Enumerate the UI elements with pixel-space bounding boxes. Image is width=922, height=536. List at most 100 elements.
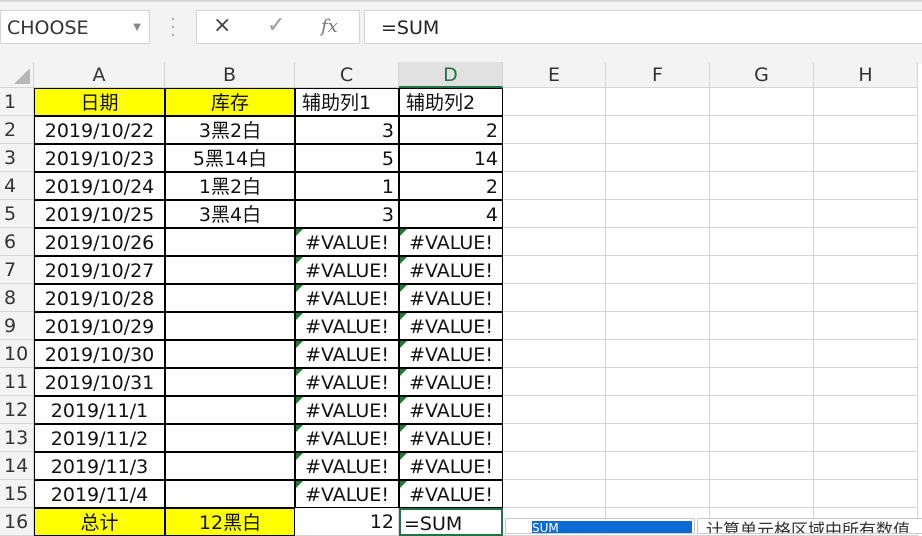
cell-e12[interactable] [503, 396, 606, 424]
grip-icon[interactable]: · · · [170, 11, 176, 45]
cell-g13[interactable] [710, 424, 814, 452]
cell-d9[interactable]: #VALUE! [399, 312, 503, 340]
cell-f3[interactable] [606, 144, 710, 172]
row-header-8[interactable]: 8 [0, 284, 34, 312]
cell-g15[interactable] [710, 480, 814, 508]
cell-c16[interactable]: 12 [295, 508, 399, 536]
function-icon[interactable]: fx [321, 16, 338, 37]
cell-f5[interactable] [606, 200, 710, 228]
column-header-g[interactable]: G [710, 62, 814, 88]
autocomplete-list[interactable]: SUM [505, 518, 695, 535]
cell-d7[interactable]: #VALUE! [399, 256, 503, 284]
cell-a6[interactable]: 2019/10/26 [34, 228, 165, 256]
cell-a10[interactable]: 2019/10/30 [34, 340, 165, 368]
cell-g11[interactable] [710, 368, 814, 396]
row-header-15[interactable]: 15 [0, 480, 34, 508]
cell-b2[interactable]: 3黑2白 [165, 116, 295, 144]
cell-f15[interactable] [606, 480, 710, 508]
cell-g8[interactable] [710, 284, 814, 312]
cell-c9[interactable]: #VALUE! [295, 312, 399, 340]
row-header-1[interactable]: 1 [0, 88, 34, 116]
cell-e13[interactable] [503, 424, 606, 452]
row-header-11[interactable]: 11 [0, 368, 34, 396]
cell-h7[interactable] [814, 256, 918, 284]
chevron-down-icon[interactable]: ▼ [133, 11, 141, 45]
cell-g6[interactable] [710, 228, 814, 256]
cell-h15[interactable] [814, 480, 918, 508]
cell-d1[interactable]: 辅助列2 [399, 88, 503, 116]
cell-e4[interactable] [503, 172, 606, 200]
cell-c11[interactable]: #VALUE! [295, 368, 399, 396]
cell-g10[interactable] [710, 340, 814, 368]
cell-h1[interactable] [814, 88, 918, 116]
cell-a9[interactable]: 2019/10/29 [34, 312, 165, 340]
cell-c14[interactable]: #VALUE! [295, 452, 399, 480]
cell-h12[interactable] [814, 396, 918, 424]
column-header-h[interactable]: H [814, 62, 918, 88]
cell-d6[interactable]: #VALUE! [399, 228, 503, 256]
cell-c5[interactable]: 3 [295, 200, 399, 228]
row-header-10[interactable]: 10 [0, 340, 34, 368]
cell-b1[interactable]: 库存 [165, 88, 295, 116]
cell-g7[interactable] [710, 256, 814, 284]
cell-f8[interactable] [606, 284, 710, 312]
cell-h8[interactable] [814, 284, 918, 312]
cell-f11[interactable] [606, 368, 710, 396]
cell-g1[interactable] [710, 88, 814, 116]
cell-e15[interactable] [503, 480, 606, 508]
cell-d5[interactable]: 4 [399, 200, 503, 228]
cell-d4[interactable]: 2 [399, 172, 503, 200]
cell-b10[interactable] [165, 340, 295, 368]
cell-g4[interactable] [710, 172, 814, 200]
cell-b11[interactable] [165, 368, 295, 396]
cell-f1[interactable] [606, 88, 710, 116]
row-header-13[interactable]: 13 [0, 424, 34, 452]
cell-g5[interactable] [710, 200, 814, 228]
cell-b6[interactable] [165, 228, 295, 256]
cell-e11[interactable] [503, 368, 606, 396]
cell-e1[interactable] [503, 88, 606, 116]
cell-b8[interactable] [165, 284, 295, 312]
cell-d14[interactable]: #VALUE! [399, 452, 503, 480]
row-header-3[interactable]: 3 [0, 144, 34, 172]
cell-c8[interactable]: #VALUE! [295, 284, 399, 312]
column-header-f[interactable]: F [606, 62, 710, 88]
cell-e14[interactable] [503, 452, 606, 480]
cell-e8[interactable] [503, 284, 606, 312]
cell-d16[interactable]: =SUM [399, 508, 503, 536]
cell-c1[interactable]: 辅助列1 [295, 88, 399, 116]
autocomplete-item-sum[interactable]: SUM [532, 521, 692, 535]
cell-e9[interactable] [503, 312, 606, 340]
cell-h6[interactable] [814, 228, 918, 256]
cell-f6[interactable] [606, 228, 710, 256]
cell-c12[interactable]: #VALUE! [295, 396, 399, 424]
row-header-4[interactable]: 4 [0, 172, 34, 200]
row-header-16[interactable]: 16 [0, 508, 34, 536]
cell-b16[interactable]: 12黑白 [165, 508, 295, 536]
cell-b15[interactable] [165, 480, 295, 508]
cell-f2[interactable] [606, 116, 710, 144]
cell-c6[interactable]: #VALUE! [295, 228, 399, 256]
cell-f9[interactable] [606, 312, 710, 340]
cell-b4[interactable]: 1黑2白 [165, 172, 295, 200]
cell-e2[interactable] [503, 116, 606, 144]
cell-h4[interactable] [814, 172, 918, 200]
cell-b7[interactable] [165, 256, 295, 284]
cell-h11[interactable] [814, 368, 918, 396]
cell-c3[interactable]: 5 [295, 144, 399, 172]
column-header-e[interactable]: E [503, 62, 606, 88]
cell-d3[interactable]: 14 [399, 144, 503, 172]
cell-e10[interactable] [503, 340, 606, 368]
cell-f4[interactable] [606, 172, 710, 200]
cell-d2[interactable]: 2 [399, 116, 503, 144]
check-icon[interactable]: ✓ [267, 13, 285, 38]
cell-h2[interactable] [814, 116, 918, 144]
cell-g2[interactable] [710, 116, 814, 144]
cell-d10[interactable]: #VALUE! [399, 340, 503, 368]
cell-c15[interactable]: #VALUE! [295, 480, 399, 508]
cell-a16[interactable]: 总计 [34, 508, 165, 536]
cell-a13[interactable]: 2019/11/2 [34, 424, 165, 452]
cell-a15[interactable]: 2019/11/4 [34, 480, 165, 508]
row-header-7[interactable]: 7 [0, 256, 34, 284]
cell-e6[interactable] [503, 228, 606, 256]
